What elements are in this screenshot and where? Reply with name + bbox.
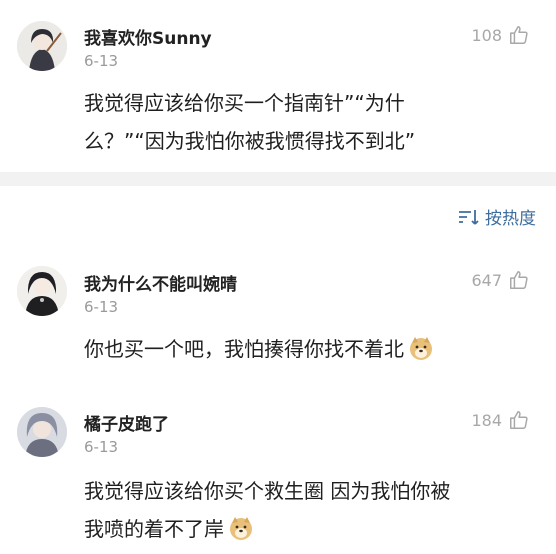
thumbs-up-icon: [510, 26, 528, 44]
avatar[interactable]: [17, 266, 67, 316]
avatar-illustration-icon: [17, 21, 67, 71]
section-divider: [0, 172, 556, 186]
comment-text: 我觉得应该给你买个救生圈 因为我怕你被 我喷的着不了岸: [84, 472, 534, 548]
comment-line: 我觉得应该给你买个救生圈 因为我怕你被: [84, 479, 451, 503]
comment-1: 我喜欢你Sunny 6-13 108 我觉得应该给你买一个指南针”“为什 么？”…: [0, 0, 556, 172]
comment-line: 你也买一个吧，我怕揍得你找不着北: [84, 330, 534, 368]
comment-3: 橘子皮跑了 6-13 184 我觉得应该给你买个救生圈 因为我怕你被 我喷的着不…: [0, 403, 556, 554]
like-count: 647: [471, 270, 502, 290]
sort-icon: [459, 209, 479, 225]
thumbs-up-icon: [510, 271, 528, 289]
sort-by-hot-button[interactable]: 按热度: [457, 204, 536, 229]
username[interactable]: 橘子皮跑了: [84, 410, 169, 435]
comment-date: 6-13: [84, 298, 119, 316]
comment-date: 6-13: [84, 52, 119, 70]
comment-2: 我为什么不能叫婉晴 6-13 647 你也买一个吧，我怕揍得你找不着北: [0, 262, 556, 390]
avatar[interactable]: [17, 21, 67, 71]
doge-emoji-icon: [228, 515, 254, 541]
like-count: 108: [471, 25, 502, 45]
comment-line: 我觉得应该给你买一个指南针”“为什: [84, 91, 405, 115]
like-count: 184: [471, 410, 502, 430]
comment-text: 我觉得应该给你买一个指南针”“为什 么？”“因为我怕你被我惯得找不到北”: [84, 84, 534, 160]
doge-emoji-icon: [408, 335, 434, 361]
thumbs-up-icon: [510, 411, 528, 429]
username[interactable]: 我为什么不能叫婉晴: [84, 270, 237, 295]
comment-line: 么？”“因为我怕你被我惯得找不到北”: [84, 129, 416, 153]
sort-label: 按热度: [485, 209, 536, 229]
like-button[interactable]: 647: [471, 269, 530, 291]
avatar[interactable]: [17, 407, 67, 457]
like-button[interactable]: 108: [471, 24, 530, 46]
comment-line: 我喷的着不了岸: [84, 510, 534, 548]
comment-date: 6-13: [84, 438, 119, 456]
avatar-illustration-icon: [17, 266, 67, 316]
avatar-illustration-icon: [17, 407, 67, 457]
comment-text: 你也买一个吧，我怕揍得你找不着北: [84, 330, 534, 368]
comment-line-text: 我喷的着不了岸: [84, 517, 224, 541]
username[interactable]: 我喜欢你Sunny: [84, 24, 212, 49]
comment-line-text: 你也买一个吧，我怕揍得你找不着北: [84, 337, 404, 361]
like-button[interactable]: 184: [471, 409, 530, 431]
